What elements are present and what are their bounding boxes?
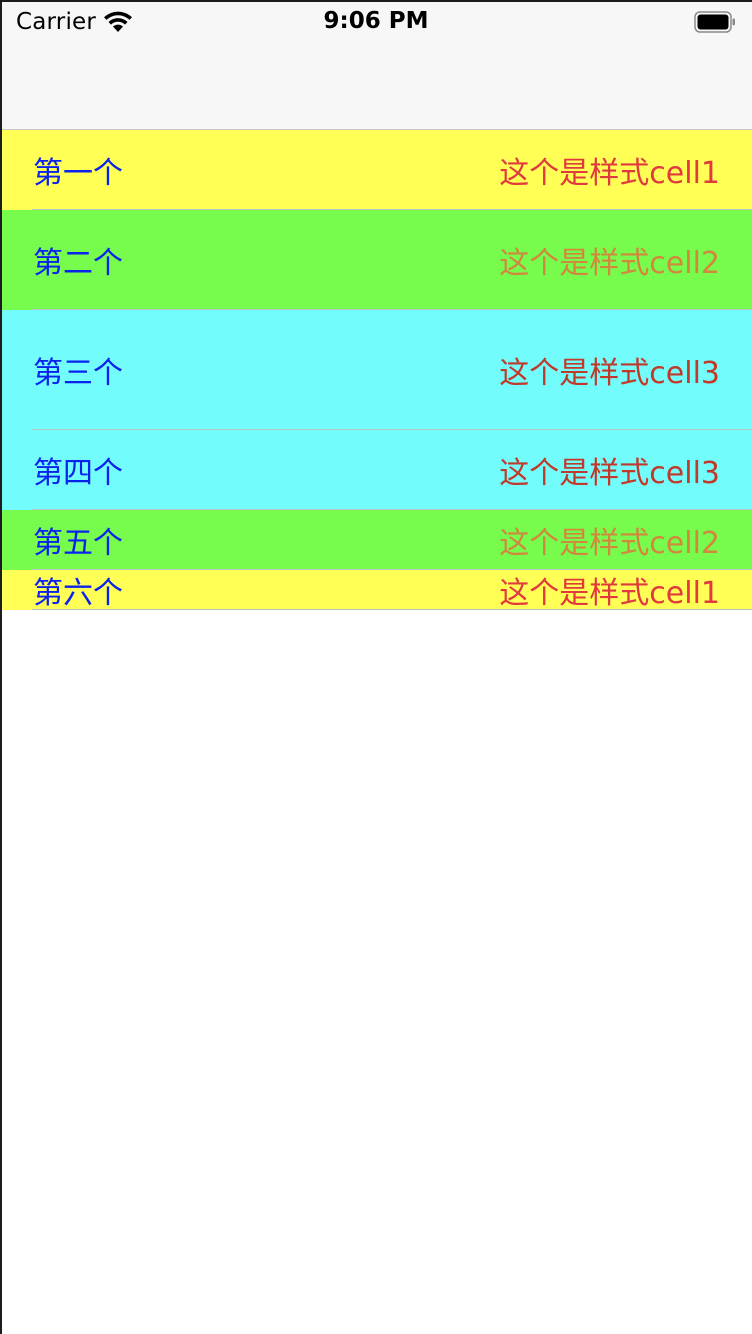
navigation-bar: Carrier 9:06 PM (0, 0, 752, 130)
table-row[interactable]: 第三个 这个是样式cell3 (0, 310, 752, 430)
row-title: 第一个 (33, 156, 123, 191)
row-title: 第四个 (33, 456, 123, 491)
row-title: 第三个 (33, 356, 123, 391)
row-title: 第二个 (33, 246, 123, 281)
battery-icon (694, 11, 735, 33)
row-detail: 这个是样式cell3 (499, 356, 720, 391)
row-title: 第五个 (33, 526, 123, 561)
clock-time: 9:06 PM (323, 8, 429, 34)
row-title: 第六个 (33, 576, 123, 611)
row-detail: 这个是样式cell3 (499, 456, 720, 491)
table-view[interactable]: 第一个 这个是样式cell1 第二个 这个是样式cell2 第三个 这个是样式cell3 第… (0, 130, 752, 611)
table-row[interactable]: 第五个 这个是样式cell2 (0, 510, 752, 570)
table-row[interactable]: 第一个 这个是样式cell1 (0, 130, 752, 210)
window-top-edge (0, 0, 752, 2)
row-detail: 这个是样式cell1 (499, 156, 720, 191)
status-bar: Carrier 9:06 PM (0, 0, 752, 44)
row-detail: 这个是样式cell2 (499, 246, 720, 281)
table-row[interactable]: 第四个 这个是样式cell3 (0, 430, 752, 510)
row-separator (32, 609, 752, 610)
row-detail: 这个是样式cell1 (499, 576, 720, 611)
row-detail: 这个是样式cell2 (499, 526, 720, 561)
table-row[interactable]: 第二个 这个是样式cell2 (0, 210, 752, 310)
table-row[interactable]: 第六个 这个是样式cell1 (0, 570, 752, 611)
window-left-edge (0, 0, 2, 1334)
